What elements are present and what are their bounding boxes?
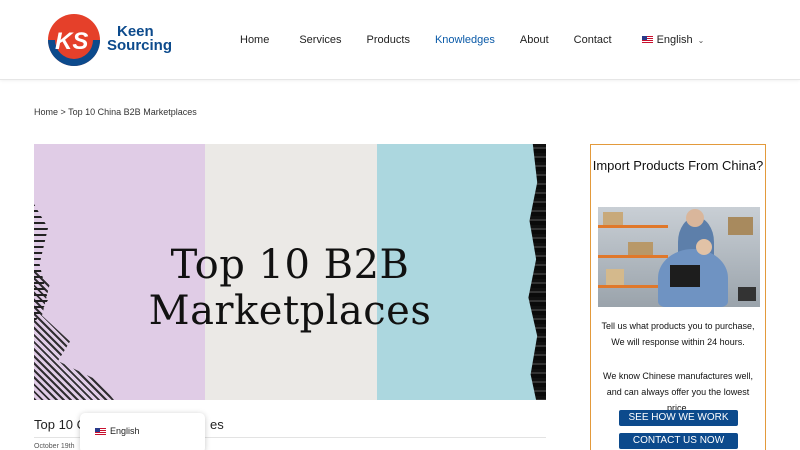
keen-sourcing-logo-icon: KS <box>48 14 100 66</box>
hero-image: Top 10 B2B Marketplaces <box>34 144 546 400</box>
language-switcher[interactable]: English ⌄ <box>641 34 705 46</box>
hero-title: Top 10 B2B Marketplaces <box>148 242 432 334</box>
breadcrumb: Home > Top 10 China B2B Marketplaces <box>34 107 197 117</box>
logo-wordmark: Keen Sourcing <box>107 24 173 54</box>
photo-face <box>696 239 712 255</box>
photo-box <box>728 217 753 235</box>
nav-services[interactable]: Services <box>299 34 341 46</box>
photo-face <box>686 209 704 227</box>
us-flag-icon <box>641 36 653 44</box>
see-how-we-work-button[interactable]: SEE HOW WE WORK <box>619 410 738 426</box>
nav-about[interactable]: About <box>520 34 549 46</box>
photo-box <box>628 242 653 255</box>
chevron-down-icon: ⌄ <box>697 35 705 45</box>
photo-folder <box>670 265 700 287</box>
breadcrumb-current: Top 10 China B2B Marketplaces <box>68 107 197 117</box>
svg-text:KS: KS <box>55 28 88 55</box>
post-title-end: es <box>210 417 224 432</box>
warehouse-photo <box>598 207 760 307</box>
post-title-start: Top 10 C <box>34 417 87 432</box>
photo-monitor <box>738 287 756 301</box>
site-header: KS Keen Sourcing Home Services Products … <box>0 0 800 80</box>
photo-box <box>606 269 624 285</box>
sidebar-title: Import Products From China? <box>592 158 764 173</box>
logo-line-2: Sourcing <box>107 37 173 54</box>
main-nav: Home Services Products Knowledges About … <box>240 0 704 80</box>
import-sidebar: Import Products From China? Tell us what… <box>590 144 766 450</box>
us-flag-icon <box>95 428 106 436</box>
breadcrumb-home[interactable]: Home <box>34 107 58 117</box>
breadcrumb-separator: > <box>60 107 66 117</box>
language-label: English <box>656 34 693 46</box>
language-popup[interactable]: English <box>80 413 205 450</box>
nav-home[interactable]: Home <box>240 34 269 46</box>
photo-box <box>603 212 623 225</box>
sidebar-text-1: Tell us what products you to purchase, W… <box>601 321 755 347</box>
post-date: October 19th <box>34 443 75 450</box>
contact-us-now-button[interactable]: CONTACT US NOW <box>619 433 738 449</box>
photo-shelf <box>598 225 668 228</box>
site-logo[interactable]: KS Keen Sourcing <box>47 13 172 67</box>
language-popup-label: English <box>110 426 140 436</box>
nav-knowledges[interactable]: Knowledges <box>435 34 495 46</box>
nav-products[interactable]: Products <box>367 34 410 46</box>
sidebar-text-2: We know Chinese manufactures well, and c… <box>603 371 753 413</box>
nav-contact[interactable]: Contact <box>574 34 612 46</box>
photo-shelf <box>598 255 668 258</box>
